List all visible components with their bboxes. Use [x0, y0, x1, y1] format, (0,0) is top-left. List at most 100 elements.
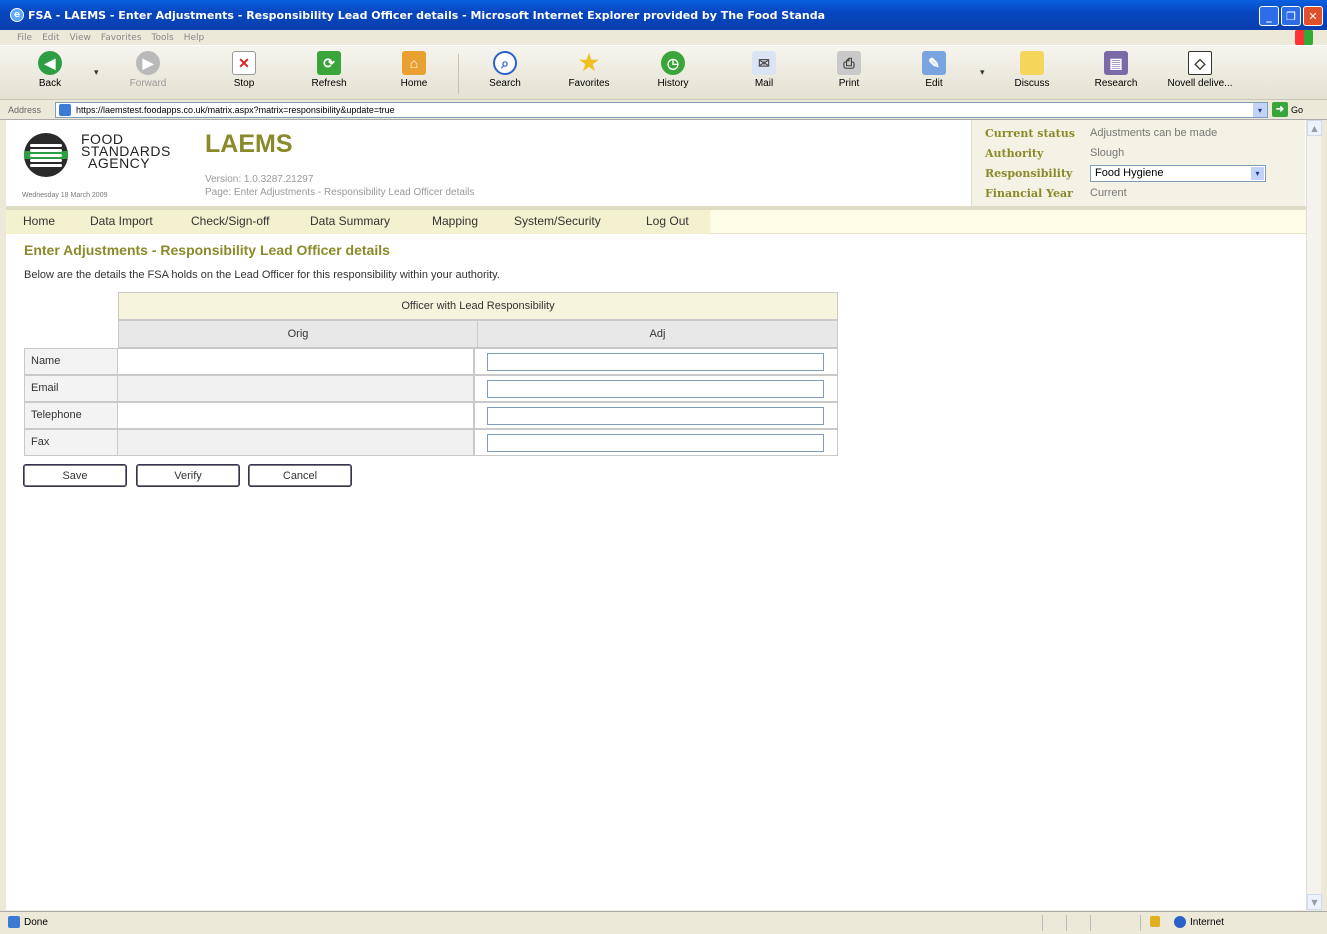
research-button[interactable]: ▤ Research: [1084, 51, 1148, 89]
research-icon: ▤: [1104, 51, 1128, 75]
authority-label: Authority: [985, 147, 1044, 160]
minimize-button[interactable]: _: [1259, 6, 1279, 26]
discuss-button[interactable]: Discuss: [1000, 51, 1064, 89]
history-button[interactable]: ◷ History: [641, 51, 705, 89]
orig-fax: [117, 429, 474, 456]
responsibility-select[interactable]: Food Hygiene ▾: [1090, 165, 1266, 182]
home-button[interactable]: ⌂ Home: [382, 51, 446, 89]
page-viewport: FOOD STANDARDS AGENCY Wednesday 18 March…: [6, 120, 1306, 910]
print-label: Print: [838, 78, 860, 89]
adj-cell-fax: [474, 429, 838, 456]
stop-label: Stop: [233, 78, 255, 89]
back-label: Back: [38, 78, 62, 89]
save-button[interactable]: Save: [24, 465, 126, 486]
close-button[interactable]: ✕: [1303, 6, 1323, 26]
menu-file[interactable]: File: [17, 33, 32, 43]
stop-icon: ✕: [232, 51, 256, 75]
menu-favorites[interactable]: Favorites: [101, 33, 142, 43]
menu-edit[interactable]: Edit: [42, 33, 59, 43]
back-button[interactable]: ◀ Back: [18, 51, 82, 89]
novell-icon: ◇: [1188, 51, 1212, 75]
search-icon: ⌕: [493, 51, 517, 75]
refresh-label: Refresh: [311, 78, 347, 89]
address-input[interactable]: https://laemstest.foodapps.co.uk/matrix.…: [55, 102, 1268, 118]
nav-data-import[interactable]: Data Import: [90, 214, 153, 228]
vertical-scrollbar[interactable]: ▲ ▼: [1306, 120, 1322, 910]
nav-check-sign-off[interactable]: Check/Sign-off: [191, 214, 270, 228]
nav-log-out[interactable]: Log Out: [646, 214, 689, 228]
go-button[interactable]: ➜ Go: [1272, 102, 1303, 117]
cancel-button[interactable]: Cancel: [249, 465, 351, 486]
row-label-telephone: Telephone: [24, 402, 118, 429]
refresh-button[interactable]: ⟳ Refresh: [297, 51, 361, 89]
novell-button[interactable]: ◇ Novell delive...: [1160, 51, 1240, 89]
status-panel: Current status Adjustments can be made A…: [971, 120, 1305, 206]
go-label: Go: [1291, 104, 1304, 115]
address-dropdown-icon[interactable]: ▾: [1253, 103, 1267, 117]
financial-year-value: Current: [1090, 187, 1127, 199]
favorites-button[interactable]: ★ Favorites: [557, 50, 621, 89]
security-zone: Internet: [1190, 917, 1224, 928]
mail-label: Mail: [754, 78, 774, 89]
restore-button[interactable]: ❐: [1281, 6, 1301, 26]
discuss-icon: [1020, 51, 1044, 75]
adj-telephone-input[interactable]: [487, 407, 824, 425]
adj-name-input[interactable]: [487, 353, 824, 371]
agency-name: FOOD STANDARDS AGENCY: [81, 132, 171, 170]
toolbar-separator: [458, 54, 459, 94]
toolbar: ◀ Back ▾ ▶ Forward ✕ Stop ⟳ Refresh ⌂ Home ⌕ S…: [0, 45, 1327, 100]
status-divider: [1042, 915, 1043, 931]
menu-view[interactable]: View: [70, 33, 91, 43]
internet-zone-icon: [1174, 916, 1186, 928]
current-status-value: Adjustments can be made: [1090, 127, 1218, 139]
status-done: Done: [24, 917, 48, 928]
adj-email-input[interactable]: [487, 380, 824, 398]
edit-dropdown-icon[interactable]: ▾: [980, 68, 985, 78]
fsa-logo-icon: [24, 133, 68, 177]
nav-mapping[interactable]: Mapping: [432, 214, 478, 228]
mail-button[interactable]: ✉ Mail: [732, 51, 796, 89]
print-button[interactable]: ⎙ Print: [817, 51, 881, 89]
adj-fax-input[interactable]: [487, 434, 824, 452]
responsibility-selected: Food Hygiene: [1095, 167, 1164, 179]
status-bar: Done Internet: [0, 911, 1327, 934]
refresh-icon: ⟳: [317, 51, 341, 75]
main-nav: Home Data Import Check/Sign-off Data Sum…: [6, 210, 1306, 234]
menu-help[interactable]: Help: [184, 33, 205, 43]
nav-system-security[interactable]: System/Security: [514, 214, 601, 228]
scroll-up-icon[interactable]: ▲: [1307, 120, 1322, 136]
window-title: FSA - LAEMS - Enter Adjustments - Respon…: [28, 8, 826, 22]
header-date: Wednesday 18 March 2009: [22, 192, 108, 199]
authority-value: Slough: [1090, 147, 1125, 159]
forward-arrow-icon: ▶: [136, 51, 160, 75]
address-label: Address: [8, 104, 42, 115]
back-dropdown-icon[interactable]: ▾: [94, 68, 99, 78]
status-divider: [1066, 915, 1067, 931]
title-bar: e FSA - LAEMS - Enter Adjustments - Resp…: [0, 0, 1327, 30]
forward-button[interactable]: ▶ Forward: [116, 51, 180, 89]
search-button[interactable]: ⌕ Search: [473, 51, 537, 89]
nav-home[interactable]: Home: [23, 214, 55, 228]
edit-button[interactable]: ✎ Edit: [902, 51, 966, 89]
responsibility-label: Responsibility: [985, 167, 1073, 180]
address-bar: Address https://laemstest.foodapps.co.uk…: [0, 100, 1327, 120]
adj-cell-email: [474, 375, 838, 402]
stop-button[interactable]: ✕ Stop: [212, 51, 276, 89]
nav-data-summary[interactable]: Data Summary: [310, 214, 390, 228]
adj-column-header: Adj: [477, 320, 838, 348]
menu-tools[interactable]: Tools: [152, 33, 174, 43]
orig-column-header: Orig: [118, 320, 478, 348]
scroll-down-icon[interactable]: ▼: [1307, 894, 1322, 910]
research-label: Research: [1094, 78, 1138, 89]
table-group-header: Officer with Lead Responsibility: [118, 292, 838, 320]
favorites-label: Favorites: [568, 78, 610, 89]
go-arrow-icon: ➜: [1272, 102, 1288, 117]
row-label-email: Email: [24, 375, 118, 402]
page-heading: Enter Adjustments - Responsibility Lead …: [24, 242, 390, 258]
verify-button[interactable]: Verify: [137, 465, 239, 486]
status-divider: [1090, 915, 1091, 931]
page-description: Below are the details the FSA holds on t…: [24, 269, 500, 281]
ie-icon: e: [10, 8, 24, 22]
app-title: LAEMS: [205, 130, 293, 158]
orig-email: [117, 375, 474, 402]
